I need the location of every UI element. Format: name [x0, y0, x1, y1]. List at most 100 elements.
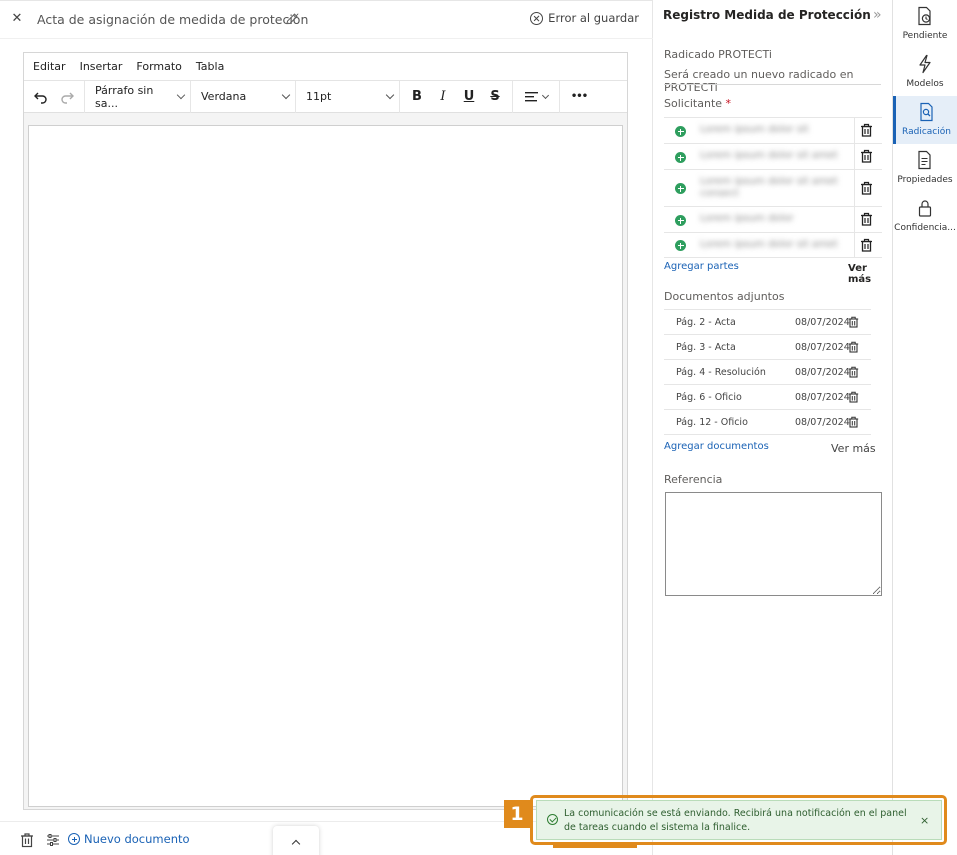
pencil-icon[interactable] — [284, 11, 300, 27]
error-circle-icon — [530, 11, 544, 25]
trash-icon[interactable] — [848, 416, 859, 428]
add-parties-link[interactable]: Agregar partes — [664, 261, 739, 272]
redo-icon — [61, 92, 74, 104]
close-icon[interactable]: × — [920, 814, 929, 827]
panel-title: Registro Medida de Protección — [663, 8, 871, 22]
divider — [854, 170, 855, 206]
document-name[interactable]: Pág. 3 - Acta — [676, 342, 736, 353]
redo-button[interactable] — [54, 84, 80, 110]
divider — [854, 144, 855, 169]
trash-icon[interactable] — [860, 238, 873, 252]
document-name[interactable]: Pág. 4 - Resolución — [676, 367, 766, 378]
trash-icon[interactable] — [848, 366, 859, 378]
menu-tabla[interactable]: Tabla — [196, 60, 224, 73]
trash-icon[interactable] — [860, 149, 873, 163]
list-item: Pág. 6 - Oficio 08/07/2024 — [664, 385, 871, 410]
underline-button[interactable]: U — [456, 84, 482, 110]
chevron-down-icon — [281, 90, 291, 100]
format-group: B I U S — [400, 80, 513, 113]
solicitante-label: Solicitante * — [664, 97, 731, 110]
list-item: Lorem ipsum dolor sit — [664, 118, 882, 144]
add-circle-icon[interactable] — [675, 152, 686, 163]
add-circle-icon[interactable] — [675, 183, 686, 194]
close-icon[interactable]: ✕ — [8, 10, 26, 28]
documents-see-more-button[interactable]: Ver más — [831, 442, 876, 455]
strikethrough-button[interactable]: S — [482, 84, 508, 110]
trash-icon[interactable] — [848, 391, 859, 403]
list-item: Lorem ipsum dolor sit amet — [664, 144, 882, 170]
font-size-select[interactable]: 11pt — [296, 80, 400, 113]
list-item: Lorem ipsum dolor — [664, 207, 882, 233]
rail-item-modelos[interactable]: Modelos — [893, 48, 957, 96]
lock-icon — [918, 200, 932, 217]
list-item: Lorem ipsum dolor sit amet — [664, 233, 882, 258]
font-family-select[interactable]: Verdana — [191, 80, 296, 113]
list-item: Pág. 3 - Acta 08/07/2024 — [664, 335, 871, 360]
paragraph-style-value: Párrafo sin sa... — [95, 83, 154, 110]
trash-icon[interactable] — [848, 316, 859, 328]
expand-panel-button[interactable] — [273, 826, 319, 855]
collapse-panel-icon[interactable]: » — [873, 7, 882, 23]
trash-icon[interactable] — [860, 212, 873, 226]
add-documents-link[interactable]: Agregar documentos — [664, 441, 769, 452]
add-circle-icon[interactable] — [675, 126, 686, 137]
save-error-status[interactable]: Error al guardar — [530, 11, 639, 25]
rail-item-pendiente[interactable]: Pendiente — [893, 0, 957, 48]
list-item: Pág. 2 - Acta 08/07/2024 — [664, 310, 871, 335]
document-date: 08/07/2024 — [795, 417, 850, 428]
list-item: Pág. 4 - Resolución 08/07/2024 — [664, 360, 871, 385]
required-mark: * — [725, 97, 732, 110]
bold-button[interactable]: B — [404, 84, 430, 110]
menu-editar[interactable]: Editar — [33, 60, 66, 73]
trash-icon[interactable] — [20, 832, 34, 848]
document-date: 08/07/2024 — [795, 317, 850, 328]
menu-formato[interactable]: Formato — [136, 60, 182, 73]
reference-textarea[interactable] — [665, 492, 882, 596]
party-name: Lorem ipsum dolor sit amet consect — [700, 176, 838, 199]
rail-label: Modelos — [906, 79, 944, 89]
list-item: Pág. 12 - Oficio 08/07/2024 — [664, 410, 871, 435]
rail-item-propiedades[interactable]: Propiedades — [893, 144, 957, 192]
icon-rail: Pendiente Modelos Radicación Propiedades… — [893, 0, 957, 855]
sliders-icon[interactable] — [46, 832, 60, 848]
menu-insertar[interactable]: Insertar — [80, 60, 123, 73]
divider — [854, 118, 855, 143]
trash-icon[interactable] — [860, 181, 873, 195]
sending-notification-toast: La comunicación se está enviando. Recibi… — [536, 800, 942, 840]
align-button[interactable] — [519, 84, 553, 110]
party-name: Lorem ipsum dolor — [700, 213, 794, 224]
document-name[interactable]: Pág. 12 - Oficio — [676, 417, 748, 428]
editor-toolbar: Párrafo sin sa... Verdana 11pt B I U S •… — [24, 80, 627, 113]
registration-panel: Registro Medida de Protección » Radicado… — [653, 0, 893, 855]
rail-item-confidencialidad[interactable]: Confidencia... — [893, 192, 957, 240]
new-document-button[interactable]: Nuevo documento — [68, 832, 190, 846]
document-date: 08/07/2024 — [795, 392, 850, 403]
parties-list: Lorem ipsum dolor sit Lorem ipsum dolor … — [664, 117, 882, 258]
chevron-down-icon — [176, 90, 186, 100]
history-group — [24, 80, 85, 113]
document-search-icon — [919, 102, 933, 122]
radicado-value: Será creado un nuevo radicado en PROTECT… — [664, 68, 854, 94]
step-badge: 1 — [504, 800, 530, 828]
document-title: Acta de asignación de medida de proteció… — [37, 12, 309, 27]
divider — [854, 207, 855, 232]
italic-button[interactable]: I — [430, 84, 456, 110]
parties-see-more-button[interactable]: Ver más — [848, 263, 892, 285]
list-item: Lorem ipsum dolor sit amet consect — [664, 170, 882, 207]
document-page[interactable] — [28, 125, 623, 807]
trash-icon[interactable] — [860, 123, 873, 137]
reference-label: Referencia — [664, 473, 723, 486]
chevron-up-icon — [291, 839, 301, 849]
paragraph-style-select[interactable]: Párrafo sin sa... — [85, 80, 191, 113]
documents-label: Documentos adjuntos — [664, 290, 785, 303]
new-document-label: Nuevo documento — [84, 832, 190, 846]
document-name[interactable]: Pág. 2 - Acta — [676, 317, 736, 328]
document-name[interactable]: Pág. 6 - Oficio — [676, 392, 742, 403]
more-button[interactable]: ••• — [566, 84, 592, 110]
document-date: 08/07/2024 — [795, 367, 850, 378]
add-circle-icon[interactable] — [675, 240, 686, 251]
undo-button[interactable] — [28, 84, 54, 110]
add-circle-icon[interactable] — [675, 215, 686, 226]
rail-item-radicacion[interactable]: Radicación — [893, 96, 957, 144]
trash-icon[interactable] — [848, 341, 859, 353]
